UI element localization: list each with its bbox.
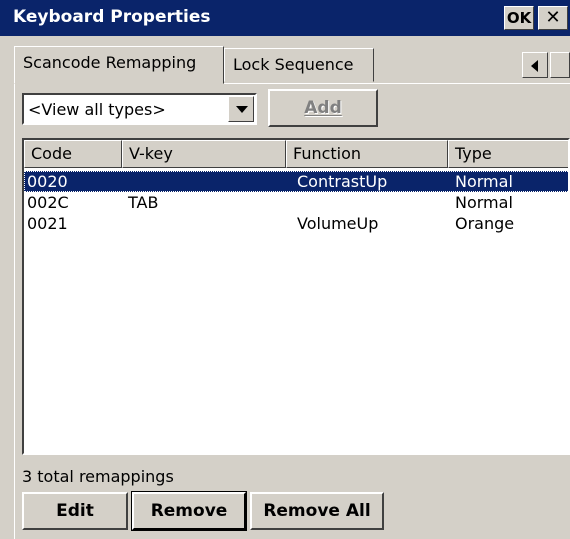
cell-code: 0021 (27, 214, 68, 233)
cell-function: ContrastUp (297, 172, 388, 191)
cell-type: Orange (455, 214, 515, 233)
column-header-code[interactable]: Code (24, 140, 122, 168)
tab-scroll-left-button[interactable] (522, 52, 548, 78)
table-row[interactable]: 0021 VolumeUp Orange (24, 213, 568, 234)
cell-type: Normal (455, 172, 513, 191)
remove-all-button-label: Remove All (263, 501, 371, 521)
column-header-function[interactable]: Function (286, 140, 448, 168)
chevron-down-icon (236, 106, 248, 113)
type-filter-value: <View all types> (28, 100, 166, 119)
cell-code: 002C (27, 193, 69, 212)
title-bar: Keyboard Properties OK ✕ (0, 0, 570, 36)
remove-all-button[interactable]: Remove All (250, 492, 384, 530)
cell-function: VolumeUp (297, 214, 379, 233)
arrow-left-icon (531, 60, 538, 72)
add-button-label: Add (304, 98, 342, 118)
ok-button[interactable]: OK (504, 6, 534, 30)
table-row[interactable]: 0020 ContrastUp Normal (24, 171, 568, 192)
remapping-list[interactable]: Code V-key Function Type 0020 ContrastUp… (22, 138, 570, 455)
cell-code: 0020 (27, 172, 68, 191)
column-header-type[interactable]: Type (448, 140, 568, 168)
edit-button-label: Edit (56, 501, 94, 521)
type-filter-select[interactable]: <View all types> (22, 93, 257, 125)
tab-scancode-remapping[interactable]: Scancode Remapping (14, 46, 224, 84)
remove-button-label: Remove (150, 501, 228, 521)
edit-button[interactable]: Edit (22, 492, 128, 530)
close-button[interactable]: ✕ (538, 6, 568, 30)
tab-lock-sequence[interactable]: Lock Sequence (224, 48, 374, 82)
add-button[interactable]: Add (268, 89, 378, 127)
close-icon: ✕ (545, 7, 561, 28)
window-title: Keyboard Properties (13, 7, 211, 27)
cell-vkey: TAB (128, 193, 159, 212)
cell-type: Normal (455, 193, 513, 212)
remove-button[interactable]: Remove (131, 491, 247, 531)
dropdown-button[interactable] (228, 96, 254, 122)
tab-scroll-right-button[interactable] (550, 52, 570, 78)
column-header-vkey[interactable]: V-key (122, 140, 286, 168)
list-header: Code V-key Function Type (24, 140, 568, 168)
status-text: 3 total remappings (22, 467, 174, 486)
table-row[interactable]: 002C TAB Normal (24, 192, 568, 213)
